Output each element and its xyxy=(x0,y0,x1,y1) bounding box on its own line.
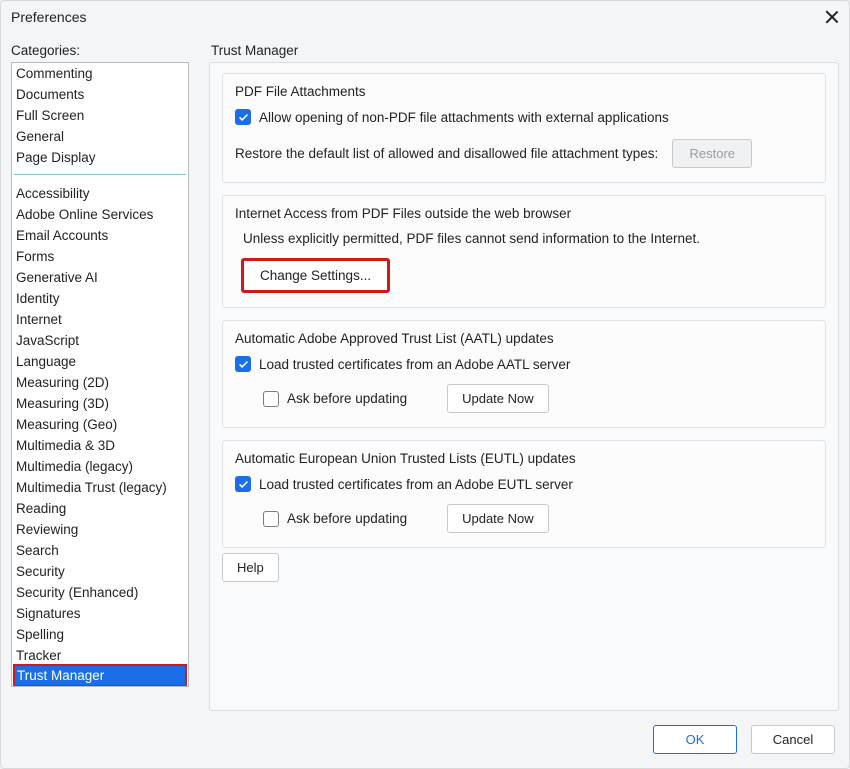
category-item[interactable]: Trust Manager xyxy=(13,664,187,686)
close-icon[interactable] xyxy=(825,10,839,24)
eutl-ask-label: Ask before updating xyxy=(287,511,407,526)
category-divider xyxy=(14,174,186,175)
eutl-load-label: Load trusted certificates from an Adobe … xyxy=(259,477,573,492)
category-item[interactable]: Security xyxy=(12,561,188,582)
settings-panel: PDF File Attachments Allow opening of no… xyxy=(209,62,839,711)
eutl-ask-checkbox[interactable] xyxy=(263,511,279,527)
category-item[interactable]: Language xyxy=(12,351,188,372)
category-item[interactable]: Spelling xyxy=(12,624,188,645)
category-item[interactable]: JavaScript xyxy=(12,330,188,351)
group-aatl: Automatic Adobe Approved Trust List (AAT… xyxy=(222,320,826,428)
category-item[interactable]: Adobe Online Services xyxy=(12,204,188,225)
change-settings-button[interactable]: Change Settings... xyxy=(241,258,390,293)
eutl-load-checkbox[interactable] xyxy=(235,476,251,492)
aatl-load-label: Load trusted certificates from an Adobe … xyxy=(259,357,570,372)
category-item[interactable]: Measuring (Geo) xyxy=(12,414,188,435)
aatl-ask-checkbox[interactable] xyxy=(263,391,279,407)
category-item[interactable]: Reading xyxy=(12,498,188,519)
help-button[interactable]: Help xyxy=(222,553,279,582)
category-item[interactable]: Signatures xyxy=(12,603,188,624)
eutl-ask-row: Ask before updating Update Now xyxy=(263,504,813,533)
category-item[interactable]: Multimedia (legacy) xyxy=(12,456,188,477)
category-item[interactable]: Email Accounts xyxy=(12,225,188,246)
cancel-button[interactable]: Cancel xyxy=(751,725,835,754)
category-item[interactable]: Measuring (3D) xyxy=(12,393,188,414)
category-item[interactable]: Reviewing xyxy=(12,519,188,540)
category-item[interactable]: Tracker xyxy=(12,645,188,666)
category-item[interactable]: Security (Enhanced) xyxy=(12,582,188,603)
category-item[interactable]: Full Screen xyxy=(12,105,188,126)
eutl-load-row: Load trusted certificates from an Adobe … xyxy=(235,476,813,492)
allow-opening-row: Allow opening of non-PDF file attachment… xyxy=(235,109,813,125)
dialog-body: Categories: CommentingDocumentsFull Scre… xyxy=(1,33,849,711)
aatl-load-checkbox[interactable] xyxy=(235,356,251,372)
allow-opening-label: Allow opening of non-PDF file attachment… xyxy=(259,110,669,125)
panel-title: Trust Manager xyxy=(209,43,839,58)
categories-listbox: CommentingDocumentsFull ScreenGeneralPag… xyxy=(11,62,189,687)
category-item[interactable]: Units xyxy=(12,685,188,686)
settings-column: Trust Manager PDF File Attachments Allow… xyxy=(209,43,839,711)
category-item[interactable]: Accessibility xyxy=(12,183,188,204)
category-item[interactable]: Search xyxy=(12,540,188,561)
eutl-update-button[interactable]: Update Now xyxy=(447,504,549,533)
restore-row: Restore the default list of allowed and … xyxy=(235,139,813,168)
internet-desc-row: Unless explicitly permitted, PDF files c… xyxy=(235,231,813,246)
group-attachments-title: PDF File Attachments xyxy=(235,84,813,99)
allow-opening-checkbox[interactable] xyxy=(235,109,251,125)
group-eutl-title: Automatic European Union Trusted Lists (… xyxy=(235,451,813,466)
aatl-update-button[interactable]: Update Now xyxy=(447,384,549,413)
category-item[interactable]: Commenting xyxy=(12,63,188,84)
category-item[interactable]: Page Display xyxy=(12,147,188,168)
group-eutl: Automatic European Union Trusted Lists (… xyxy=(222,440,826,548)
window-title: Preferences xyxy=(11,9,86,25)
dialog-footer: OK Cancel xyxy=(1,711,849,768)
preferences-window: Preferences Categories: CommentingDocume… xyxy=(0,0,850,769)
category-item[interactable]: Forms xyxy=(12,246,188,267)
category-item[interactable]: Internet xyxy=(12,309,188,330)
category-item[interactable]: Documents xyxy=(12,84,188,105)
ok-button[interactable]: OK xyxy=(653,725,737,754)
titlebar: Preferences xyxy=(1,1,849,33)
restore-label: Restore the default list of allowed and … xyxy=(235,146,658,161)
category-item[interactable]: Multimedia Trust (legacy) xyxy=(12,477,188,498)
category-item[interactable]: Multimedia & 3D xyxy=(12,435,188,456)
group-internet-title: Internet Access from PDF Files outside t… xyxy=(235,206,813,221)
categories-scroll[interactable]: CommentingDocumentsFull ScreenGeneralPag… xyxy=(12,63,188,686)
categories-label: Categories: xyxy=(11,43,189,58)
group-attachments: PDF File Attachments Allow opening of no… xyxy=(222,73,826,183)
aatl-load-row: Load trusted certificates from an Adobe … xyxy=(235,356,813,372)
group-internet: Internet Access from PDF Files outside t… xyxy=(222,195,826,308)
categories-column: Categories: CommentingDocumentsFull Scre… xyxy=(11,43,189,711)
category-item[interactable]: Identity xyxy=(12,288,188,309)
aatl-ask-label: Ask before updating xyxy=(287,391,407,406)
aatl-ask-row: Ask before updating Update Now xyxy=(263,384,813,413)
group-aatl-title: Automatic Adobe Approved Trust List (AAT… xyxy=(235,331,813,346)
internet-desc: Unless explicitly permitted, PDF files c… xyxy=(243,231,700,246)
category-item[interactable]: General xyxy=(12,126,188,147)
category-item[interactable]: Generative AI xyxy=(12,267,188,288)
category-item[interactable]: Measuring (2D) xyxy=(12,372,188,393)
restore-button[interactable]: Restore xyxy=(672,139,752,168)
